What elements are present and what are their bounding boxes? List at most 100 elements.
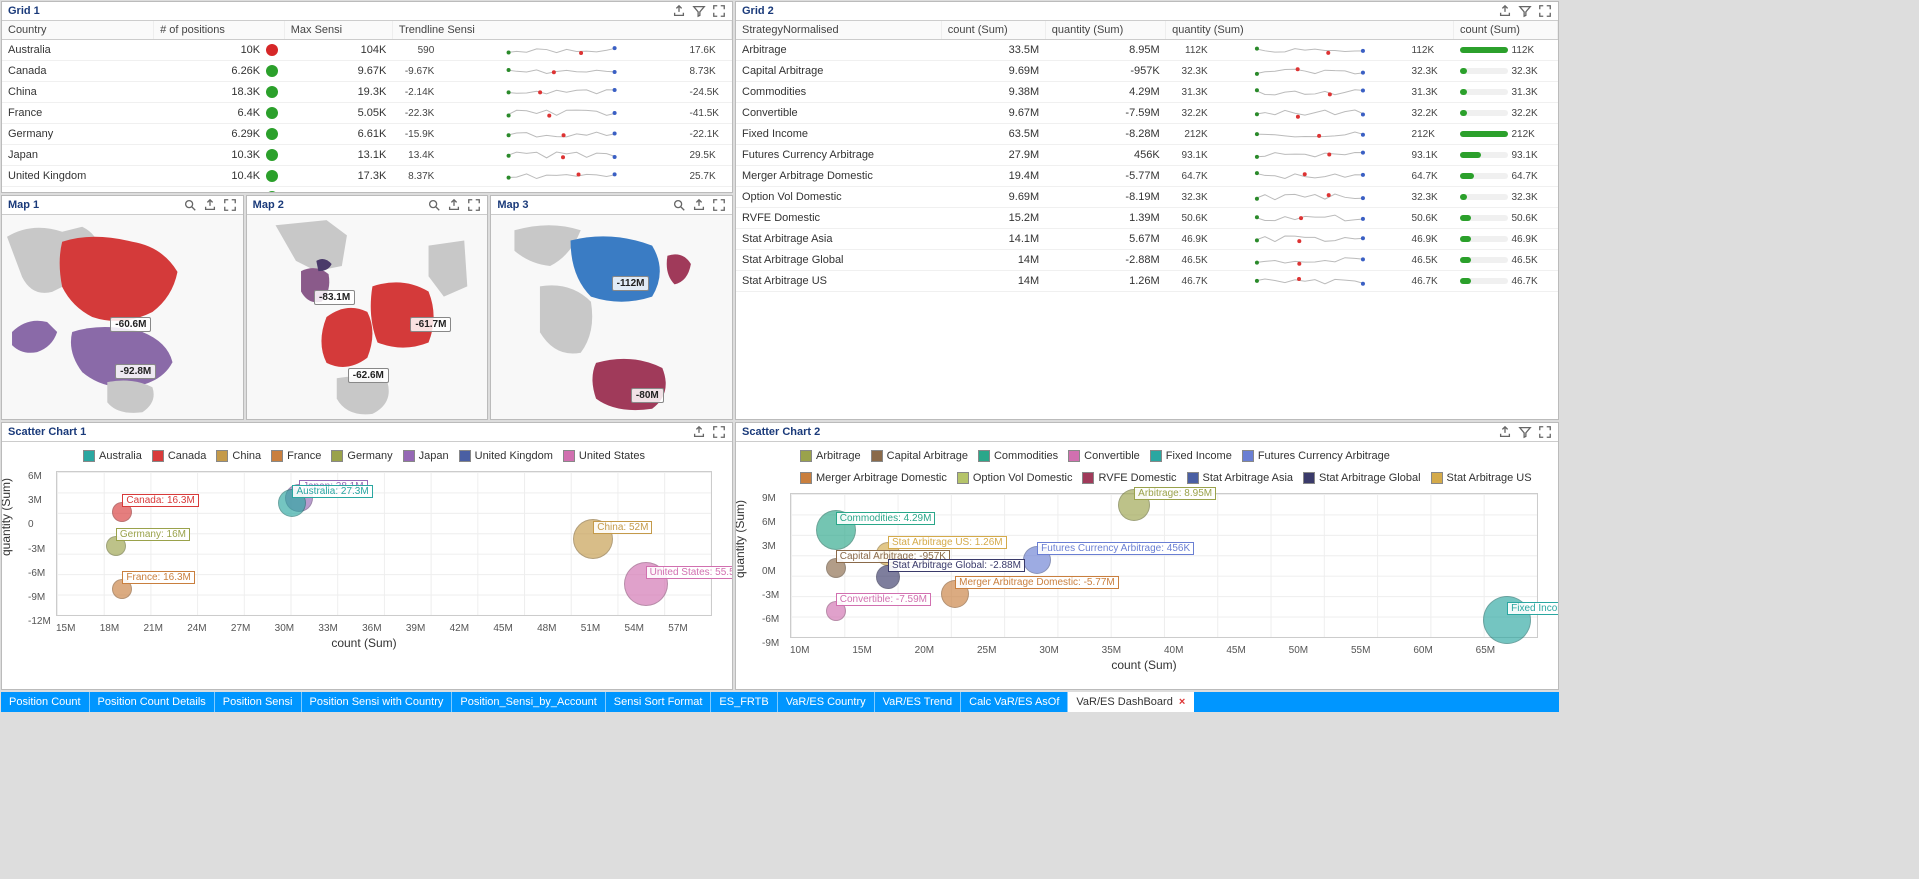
legend-item[interactable]: France xyxy=(271,450,321,462)
filter-icon[interactable] xyxy=(1518,4,1532,18)
export-icon[interactable] xyxy=(1498,4,1512,18)
maximize-icon[interactable] xyxy=(467,198,481,212)
export-icon[interactable] xyxy=(692,198,706,212)
cell-country: Australia xyxy=(2,40,154,61)
table-row[interactable]: Stat Arbitrage Asia 14.1M 5.67M 46.9K46.… xyxy=(736,229,1558,250)
table-row[interactable]: Germany 6.29K 6.61K -15.9K-22.1K xyxy=(2,124,732,145)
table-row[interactable]: Canada 6.26K 9.67K -9.67K8.73K xyxy=(2,61,732,82)
legend-item[interactable]: Stat Arbitrage Global xyxy=(1303,472,1421,484)
zoom-icon[interactable] xyxy=(672,198,686,212)
maximize-icon[interactable] xyxy=(712,425,726,439)
grid2-col-header[interactable]: StrategyNormalised xyxy=(736,21,941,40)
table-row[interactable]: Futures Currency Arbitrage 27.9M 456K 93… xyxy=(736,145,1558,166)
table-row[interactable]: Capital Arbitrage 9.69M -957K 32.3K32.3K… xyxy=(736,61,1558,82)
map-value-label: -92.8M xyxy=(115,364,156,379)
maximize-icon[interactable] xyxy=(1538,425,1552,439)
table-row[interactable]: Japan 10.3K 13.1K 13.4K29.5K xyxy=(2,145,732,166)
cell-strategy: Stat Arbitrage Asia xyxy=(736,229,941,250)
tab-position_sensi_by_account[interactable]: Position_Sensi_by_Account xyxy=(452,692,605,712)
export-icon[interactable] xyxy=(447,198,461,212)
maximize-icon[interactable] xyxy=(712,4,726,18)
legend-item[interactable]: RVFE Domestic xyxy=(1082,472,1176,484)
cell-maxsensi: 5.05K xyxy=(284,103,392,124)
map2-body[interactable]: -83.1M-62.6M-61.7M xyxy=(247,215,488,419)
cell-strategy: Capital Arbitrage xyxy=(736,61,941,82)
table-row[interactable]: Stat Arbitrage Global 14M -2.88M 46.5K46… xyxy=(736,250,1558,271)
scatter1-body[interactable]: Australia Canada China France Germany Japan Un… xyxy=(2,442,732,689)
table-row[interactable]: Option Vol Domestic 9.69M -8.19M 32.3K32… xyxy=(736,187,1558,208)
maximize-icon[interactable] xyxy=(712,198,726,212)
table-row[interactable]: Stat Arbitrage US 14M 1.26M 46.7K46.7K 4… xyxy=(736,271,1558,292)
maximize-icon[interactable] xyxy=(1538,4,1552,18)
zoom-icon[interactable] xyxy=(427,198,441,212)
scatter1-plot-area[interactable]: Japan: 28.1M Australia: 27.3M Canada: 16… xyxy=(56,471,712,616)
legend-item[interactable]: Commodities xyxy=(978,450,1058,462)
table-row[interactable]: China 18.3K 19.3K -2.14K-24.5K xyxy=(2,82,732,103)
legend-item[interactable]: China xyxy=(216,450,261,462)
legend-item[interactable]: United States xyxy=(563,450,645,462)
legend-item[interactable]: Stat Arbitrage Asia xyxy=(1187,472,1294,484)
grid1-col-header[interactable]: # of positions xyxy=(154,21,285,40)
tab-var-es-trend[interactable]: VaR/ES Trend xyxy=(875,692,962,712)
grid2-table[interactable]: StrategyNormalisedcount (Sum)quantity (S… xyxy=(736,21,1558,292)
tab-position-sensi[interactable]: Position Sensi xyxy=(215,692,302,712)
export-icon[interactable] xyxy=(1498,425,1512,439)
close-icon[interactable]: × xyxy=(1179,696,1185,708)
grid2-col-header[interactable]: count (Sum) xyxy=(1454,21,1558,40)
table-row[interactable]: Arbitrage 33.5M 8.95M 112K112K 112K xyxy=(736,40,1558,61)
grid1-col-header[interactable]: Country xyxy=(2,21,154,40)
tab-calc-var-es-asof[interactable]: Calc VaR/ES AsOf xyxy=(961,692,1068,712)
filter-icon[interactable] xyxy=(692,4,706,18)
legend-item[interactable]: Japan xyxy=(403,450,449,462)
legend-item[interactable]: Capital Arbitrage xyxy=(871,450,968,462)
export-icon[interactable] xyxy=(672,4,686,18)
legend-item[interactable]: Futures Currency Arbitrage xyxy=(1242,450,1390,462)
export-icon[interactable] xyxy=(692,425,706,439)
legend-item[interactable]: Arbitrage xyxy=(800,450,861,462)
filter-icon[interactable] xyxy=(1518,425,1532,439)
table-row[interactable]: United Kingdom 10.4K 17.3K 8.37K25.7K xyxy=(2,166,732,187)
tab-position-count-details[interactable]: Position Count Details xyxy=(90,692,215,712)
table-row[interactable]: RVFE Domestic 15.2M 1.39M 50.6K50.6K 50.… xyxy=(736,208,1558,229)
map1-body[interactable]: -60.6M-92.8M xyxy=(2,215,243,419)
cell-positions: 18.3K xyxy=(154,82,285,103)
tab-active[interactable]: VaR/ES DashBoard× xyxy=(1068,692,1194,712)
scatter2-body[interactable]: Arbitrage Capital Arbitrage Commodities Con… xyxy=(736,442,1558,689)
legend-item[interactable]: Canada xyxy=(152,450,207,462)
legend-item[interactable]: Option Vol Domestic xyxy=(957,472,1073,484)
table-row[interactable]: Fixed Income 63.5M -8.28M 212K212K 212K xyxy=(736,124,1558,145)
table-row[interactable]: France 6.4K 5.05K -22.3K-41.5K xyxy=(2,103,732,124)
status-dot-icon xyxy=(266,86,278,98)
scatter2-plot-area[interactable]: Arbitrage: 8.95M Commodities: 4.29M Stat… xyxy=(790,493,1538,638)
grid1-col-header[interactable]: Max Sensi xyxy=(284,21,392,40)
legend-item[interactable]: Fixed Income xyxy=(1150,450,1232,462)
table-row[interactable]: Commodities 9.38M 4.29M 31.3K31.3K 31.3K xyxy=(736,82,1558,103)
legend-item[interactable]: Stat Arbitrage US xyxy=(1431,472,1532,484)
maximize-icon[interactable] xyxy=(223,198,237,212)
table-row[interactable]: Australia 10K 104K 59017.6K xyxy=(2,40,732,61)
legend-item[interactable]: United Kingdom xyxy=(459,450,553,462)
grid1-col-header[interactable]: Trendline Sensi xyxy=(392,21,731,40)
grid1-table[interactable]: Country# of positionsMax SensiTrendline … xyxy=(2,21,732,193)
tab-sensi-sort-format[interactable]: Sensi Sort Format xyxy=(606,692,712,712)
zoom-icon[interactable] xyxy=(183,198,197,212)
x-tick: 15M xyxy=(56,623,75,634)
export-icon[interactable] xyxy=(203,198,217,212)
table-row[interactable]: United States 25.2K 27.3K -58.7K-10.9K xyxy=(2,187,732,194)
table-row[interactable]: Merger Arbitrage Domestic 19.4M -5.77M 6… xyxy=(736,166,1558,187)
cell-spark: 46.5K46.5K xyxy=(1166,250,1454,271)
legend-item[interactable]: Merger Arbitrage Domestic xyxy=(800,472,947,484)
tab-position-sensi-with-country[interactable]: Position Sensi with Country xyxy=(302,692,453,712)
legend-item[interactable]: Convertible xyxy=(1068,450,1140,462)
legend-item[interactable]: Australia xyxy=(83,450,142,462)
grid2-col-header[interactable]: quantity (Sum) xyxy=(1045,21,1165,40)
cell-count: 14M xyxy=(941,250,1045,271)
tab-position-count[interactable]: Position Count xyxy=(1,692,90,712)
grid2-col-header[interactable]: quantity (Sum) xyxy=(1166,21,1454,40)
grid2-col-header[interactable]: count (Sum) xyxy=(941,21,1045,40)
table-row[interactable]: Convertible 9.67M -7.59M 32.2K32.2K 32.2… xyxy=(736,103,1558,124)
legend-item[interactable]: Germany xyxy=(331,450,392,462)
tab-es_frtb[interactable]: ES_FRTB xyxy=(711,692,777,712)
map3-body[interactable]: -112M-80M xyxy=(491,215,732,419)
tab-var-es-country[interactable]: VaR/ES Country xyxy=(778,692,875,712)
